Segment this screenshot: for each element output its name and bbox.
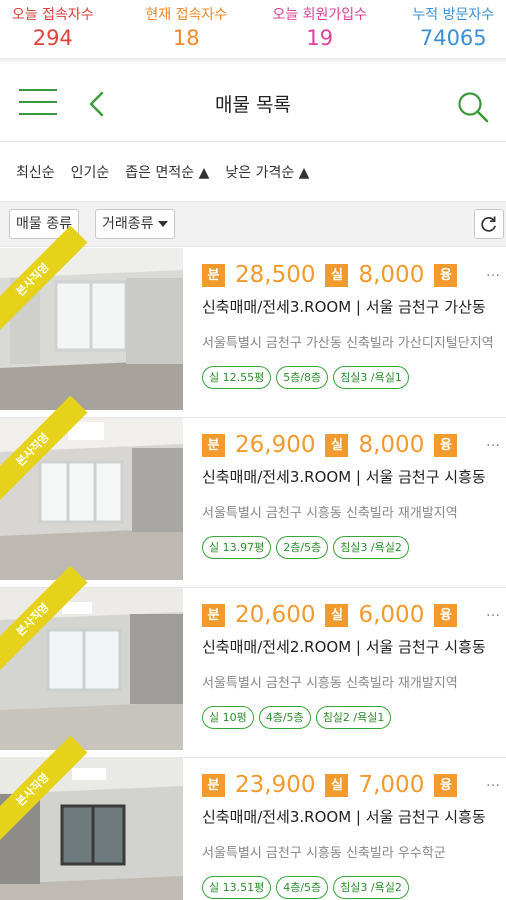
sale-price: 26,900 xyxy=(235,432,316,458)
listing-title: 신축매매/전세3.ROOM | 서울 금천구 시흥동 xyxy=(202,808,486,826)
loan-badge: 융 xyxy=(434,773,458,797)
area-tag: 실 13.97평 xyxy=(202,536,272,559)
more-icon: … xyxy=(486,264,500,280)
area-tag: 실 10평 xyxy=(202,706,254,729)
visitor-stats-bar: 오늘 접속자수 294 현재 접속자수 18 오늘 회원가입수 19 누적 방문… xyxy=(0,0,506,58)
actual-price: 7,000 xyxy=(358,772,425,798)
listing-title: 신축매매/전세2.ROOM | 서울 금천구 시흥동 xyxy=(202,638,486,656)
listing-title: 신축매매/전세3.ROOM | 서울 금천구 가산동 xyxy=(202,298,486,316)
stat-value: 74065 xyxy=(419,26,487,50)
listing-list: 본사직영 분 28,500 실 8,000 융 … 신축매매/전세3.ROOM … xyxy=(0,225,506,900)
listing-item[interactable]: 본사직영 분 28,500 실 8,000 융 … 신축매매/전세3.ROOM … xyxy=(0,225,506,418)
listing-address: 서울특별시 금천구 시흥동 신축빌라 우수학군 xyxy=(202,846,446,861)
loan-badge: 융 xyxy=(434,603,458,627)
stat-current-visitors: 현재 접속자수 18 xyxy=(120,0,254,58)
search-icon[interactable] xyxy=(456,90,490,124)
stat-value: 294 xyxy=(32,26,73,50)
sort-price-asc[interactable]: 낮은 가격순 ▲ xyxy=(225,162,309,182)
rooms-tag: 침실2 /욕실1 xyxy=(315,706,392,729)
actual-badge: 실 xyxy=(325,263,349,287)
stat-label: 누적 방문자수 xyxy=(412,7,495,23)
more-icon: … xyxy=(486,774,500,790)
floor-tag: 4층/5층 xyxy=(258,706,311,729)
actual-price: 6,000 xyxy=(358,602,425,628)
rooms-tag: 침실3 /욕실2 xyxy=(333,876,409,899)
actual-badge: 실 xyxy=(325,603,349,627)
more-icon: … xyxy=(486,434,500,450)
listing-item[interactable]: 본사직영 분 23,900 실 7,000 융 … 신축매매/전세3.ROOM … xyxy=(0,735,506,900)
stat-today-visitors: 오늘 접속자수 294 xyxy=(0,0,120,58)
deal-type-dropdown[interactable]: 거래종류 xyxy=(95,209,175,239)
rooms-tag: 침실3 /욕실1 xyxy=(333,366,409,389)
refresh-icon[interactable] xyxy=(474,209,504,239)
page-title: 매물 목록 xyxy=(215,94,291,116)
sale-badge: 분 xyxy=(202,433,225,457)
listing-item[interactable]: 본사직영 분 20,600 실 6,000 융 … 신축매매/전세2.ROOM … xyxy=(0,565,506,758)
listing-tags: 실 13.97평 2층/5층 침실3 /욕실2 xyxy=(202,536,409,559)
more-icon: … xyxy=(486,604,500,620)
stat-value: 19 xyxy=(306,26,334,50)
listing-item[interactable]: 본사직영 분 26,900 실 8,000 융 … 신축매매/전세3.ROOM … xyxy=(0,395,506,588)
listing-title: 신축매매/전세3.ROOM | 서울 금천구 시흥동 xyxy=(202,468,486,486)
price-row: 분 28,500 실 8,000 융 xyxy=(202,260,458,290)
area-tag: 실 13.51평 xyxy=(202,876,272,899)
listing-tags: 실 12.55평 5층/8층 침실3 /욕실1 xyxy=(202,366,409,389)
listing-address: 서울특별시 금천구 시흥동 신축빌라 재개발지역 xyxy=(202,506,458,521)
listing-address: 서울특별시 금천구 가산동 신축빌라 가산디지털단지역 xyxy=(202,336,494,351)
loan-badge: 융 xyxy=(434,433,458,457)
app-header: 매물 목록 xyxy=(0,64,506,142)
stat-today-signups: 오늘 회원가입수 19 xyxy=(253,0,387,58)
sort-area-asc[interactable]: 좁은 면적순 ▲ xyxy=(125,162,209,182)
sale-price: 28,500 xyxy=(235,262,316,288)
stat-label: 오늘 접속자수 xyxy=(11,7,94,23)
floor-tag: 5층/8층 xyxy=(276,366,329,389)
stat-label: 현재 접속자수 xyxy=(145,7,228,23)
sale-price: 20,600 xyxy=(235,602,316,628)
floor-tag: 4층/5층 xyxy=(276,876,329,899)
listing-address: 서울특별시 금천구 시흥동 신축빌라 재개발지역 xyxy=(202,676,458,691)
sale-badge: 분 xyxy=(202,603,225,627)
actual-badge: 실 xyxy=(325,433,349,457)
deal-type-label: 거래종류 xyxy=(102,216,154,232)
sort-latest[interactable]: 최신순 xyxy=(16,162,55,182)
listing-tags: 실 13.51평 4층/5층 침실3 /욕실2 xyxy=(202,876,409,899)
sale-badge: 분 xyxy=(202,773,225,797)
actual-badge: 실 xyxy=(325,773,349,797)
rooms-tag: 침실3 /욕실2 xyxy=(333,536,409,559)
price-row: 분 26,900 실 8,000 융 xyxy=(202,430,458,460)
sale-badge: 분 xyxy=(202,263,225,287)
listing-tags: 실 10평 4층/5층 침실2 /욕실1 xyxy=(202,706,392,729)
sort-popular[interactable]: 인기순 xyxy=(71,162,110,182)
stat-label: 오늘 회원가입수 xyxy=(272,7,368,23)
actual-price: 8,000 xyxy=(358,432,425,458)
stat-total-visitors: 누적 방문자수 74065 xyxy=(387,0,506,58)
price-row: 분 23,900 실 7,000 융 xyxy=(202,770,458,800)
loan-badge: 융 xyxy=(434,263,458,287)
sale-price: 23,900 xyxy=(235,772,316,798)
caret-down-icon xyxy=(157,221,168,227)
area-tag: 실 12.55평 xyxy=(202,366,272,389)
stat-value: 18 xyxy=(172,26,200,50)
price-row: 분 20,600 실 6,000 융 xyxy=(202,600,458,630)
actual-price: 8,000 xyxy=(358,262,425,288)
floor-tag: 2층/5층 xyxy=(276,536,329,559)
sort-options: 최신순 인기순 좁은 면적순 ▲ 낮은 가격순 ▲ xyxy=(0,143,506,201)
